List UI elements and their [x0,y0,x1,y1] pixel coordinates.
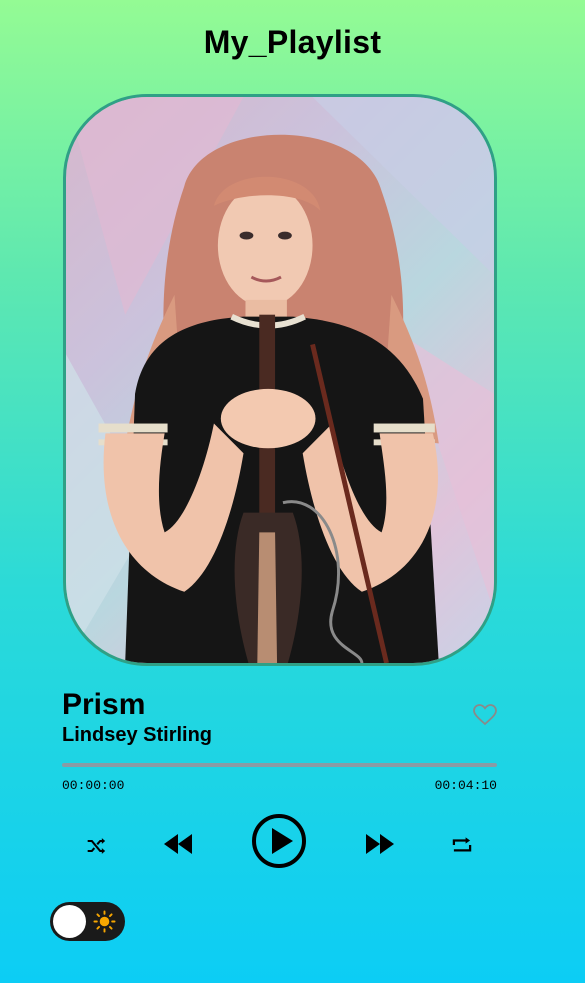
track-duration: 00:04:10 [434,778,497,793]
repeat-icon [452,837,472,852]
track-title: Prism [62,688,146,721]
sun-icon [93,910,116,933]
current-time: 00:00:00 [62,778,125,793]
previous-button[interactable] [162,830,194,858]
rewind-icon [164,834,192,854]
track-artist: Lindsey Stirling [62,724,213,746]
next-button[interactable] [364,830,396,858]
album-art-image [66,97,494,663]
repeat-button[interactable] [450,834,474,856]
like-button[interactable] [473,704,497,726]
page-title: My_Playlist [203,24,382,60]
play-circle-icon [252,814,306,868]
fast-forward-icon [366,834,394,854]
shuffle-icon [87,838,106,854]
heart-icon [473,704,497,726]
theme-toggle[interactable] [50,902,125,941]
shuffle-button[interactable] [84,834,108,858]
play-button[interactable] [251,813,307,869]
toggle-knob [53,905,86,938]
album-art [63,94,497,666]
progress-bar[interactable] [62,763,497,767]
